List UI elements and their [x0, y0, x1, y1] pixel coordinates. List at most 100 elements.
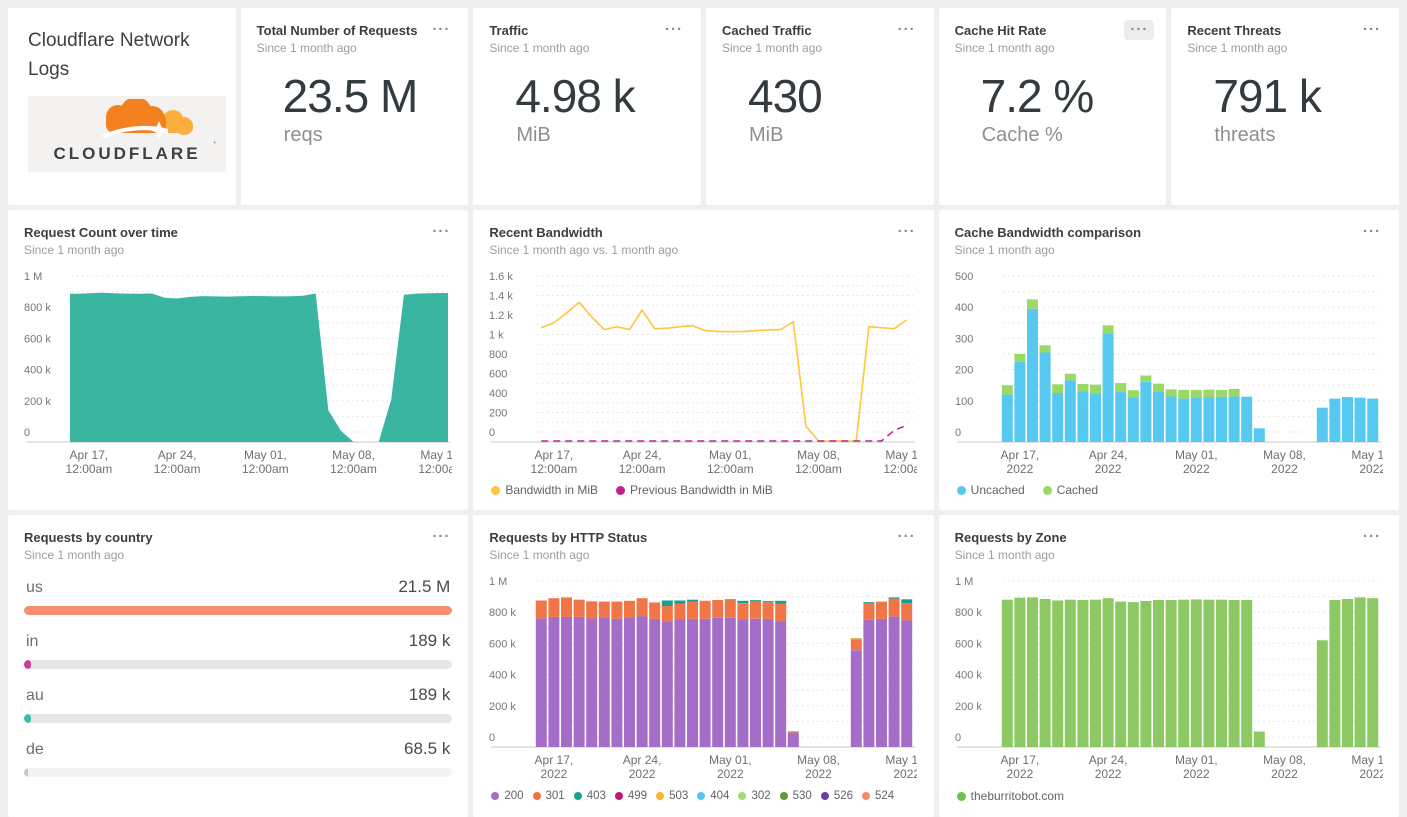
- cloudflare-logo-mark: ': [214, 140, 216, 150]
- country-value: 21.5 M: [398, 577, 451, 596]
- stat-unit: threats: [1214, 124, 1276, 146]
- svg-text:400 k: 400 k: [24, 365, 51, 377]
- panel-traffic: Traffic Since 1 month ago 4.98 k MiB: [473, 8, 701, 205]
- country-value: 189 k: [408, 631, 451, 650]
- panel-menu-icon[interactable]: [426, 527, 456, 547]
- panel-menu-icon[interactable]: [1357, 20, 1387, 40]
- svg-text:400 k: 400 k: [489, 670, 516, 682]
- svg-text:500: 500: [955, 271, 973, 283]
- legend-item[interactable]: 403: [573, 790, 606, 802]
- cloudflare-logo-text: CLOUDFLARE: [53, 144, 200, 163]
- panel-title: Recent Threats: [1187, 23, 1282, 38]
- panel-title: Requests by HTTP Status: [489, 530, 648, 545]
- legend-label: 302: [751, 790, 771, 802]
- svg-text:2022: 2022: [1006, 767, 1033, 781]
- legend-dot-icon: [862, 792, 871, 800]
- svg-text:2022: 2022: [629, 767, 656, 781]
- stat-unit: MiB: [516, 124, 551, 146]
- cloudflare-logo: CLOUDFLARE ': [28, 96, 226, 172]
- request-count-chart[interactable]: 0 200 k 400 k 600 k 800 k1 M Apr 17, 12:00am Ap…: [24, 270, 452, 478]
- bandwidth-chart[interactable]: 0 200 400 600 800 1 k 1.2 k 1.4 k 1.6 k Apr 17, 12…: [489, 270, 917, 478]
- legend-label: 524: [875, 790, 895, 802]
- panel-menu-icon[interactable]: [659, 20, 689, 40]
- http-status-chart[interactable]: 0 200 k 400 k 600 k 800 k1 M Apr 17, 2022 Apr 2…: [489, 575, 917, 783]
- legend-item[interactable]: theburritobot.com: [956, 789, 1065, 803]
- svg-text:1 M: 1 M: [24, 271, 42, 283]
- legend-label: 301: [545, 790, 565, 802]
- legend-item[interactable]: 301: [532, 790, 565, 802]
- legend-item[interactable]: Cached: [1042, 484, 1098, 496]
- panel-cache-hit-rate: Cache Hit Rate Since 1 month ago 7.2 % C…: [938, 8, 1167, 205]
- legend-dot-icon: [491, 792, 500, 800]
- country-code: au: [26, 687, 44, 704]
- legend-item[interactable]: 302: [738, 790, 771, 802]
- svg-text:600 k: 600 k: [24, 333, 51, 345]
- legend-label: Bandwidth in MiB: [505, 484, 599, 496]
- svg-text:Apr 24,: Apr 24,: [1088, 448, 1127, 462]
- country-row: in 189 k: [24, 631, 453, 669]
- panel-menu-icon[interactable]: [892, 20, 922, 40]
- cache-bandwidth-chart[interactable]: 0 100 200 300 400 500 Apr 17, 2022 Apr 24, 2022 Ma…: [955, 270, 1383, 478]
- country-bar-fill: [24, 768, 28, 777]
- panel-menu-icon[interactable]: [1357, 527, 1387, 547]
- stat-value: 791 k: [1213, 70, 1322, 122]
- svg-text:12:00am: 12:00am: [154, 462, 201, 476]
- svg-text:1 M: 1 M: [955, 576, 973, 588]
- legend-dot-icon: [573, 792, 582, 800]
- legend-dot-icon: [532, 792, 541, 800]
- svg-text:100: 100: [955, 396, 973, 408]
- legend-item[interactable]: 503: [656, 790, 688, 802]
- panel-total-requests: Total Number of Requests Since 1 month a…: [240, 8, 469, 205]
- legend-item[interactable]: Uncached: [956, 484, 1025, 496]
- zone-chart[interactable]: 0 200 k 400 k 600 k 800 k1 M Apr 17, 2022 Apr 2…: [955, 575, 1383, 783]
- legend-label: Uncached: [970, 484, 1025, 496]
- panel-subtitle: Since 1 month ago: [24, 548, 125, 562]
- legend-item[interactable]: 524: [862, 790, 894, 802]
- legend-item[interactable]: Previous Bandwidth in MiB: [616, 484, 773, 496]
- cloudflare-logo-image: CLOUDFLARE ': [53, 99, 216, 163]
- legend-dot-icon: [779, 792, 788, 800]
- panel-subtitle: Since 1 month ago: [1187, 41, 1288, 55]
- svg-text:400: 400: [489, 388, 507, 400]
- svg-text:2022: 2022: [1094, 767, 1121, 781]
- svg-text:May 08,: May 08,: [1263, 448, 1306, 462]
- panel-menu-icon[interactable]: [892, 527, 922, 547]
- panel-menu-icon[interactable]: [426, 222, 456, 242]
- legend-item[interactable]: Bandwidth in MiB: [491, 484, 598, 496]
- legend-item[interactable]: 499: [614, 790, 648, 802]
- svg-text:0: 0: [955, 427, 961, 439]
- country-code: de: [26, 741, 44, 758]
- svg-text:0: 0: [489, 732, 495, 744]
- svg-text:Apr 24,: Apr 24,: [1088, 753, 1127, 767]
- svg-text:0: 0: [955, 732, 961, 744]
- panel-menu-icon[interactable]: [892, 222, 922, 242]
- legend-label: Previous Bandwidth in MiB: [630, 484, 773, 496]
- panel-title: Cached Traffic: [722, 23, 812, 38]
- country-row: de 68.5 k: [24, 739, 453, 777]
- panel-menu-icon[interactable]: [426, 20, 456, 40]
- legend-item[interactable]: 526: [820, 790, 853, 802]
- panel-subtitle: Since 1 month ago: [954, 548, 1055, 562]
- bandwidth-legend: Bandwidth in MiB Previous Bandwidth in Mi…: [489, 484, 917, 496]
- legend-item[interactable]: 200: [491, 790, 524, 802]
- legend-label: 499: [627, 790, 648, 802]
- stat-value: 23.5 M: [282, 70, 419, 122]
- country-bar-track: [24, 606, 453, 615]
- country-code: us: [26, 579, 43, 596]
- svg-text:800 k: 800 k: [489, 607, 516, 619]
- svg-text:200: 200: [955, 365, 973, 377]
- svg-text:May 01,: May 01,: [1175, 753, 1218, 767]
- panel-menu-icon[interactable]: [1357, 222, 1387, 242]
- svg-text:Apr 24,: Apr 24,: [158, 448, 197, 462]
- svg-text:1 k: 1 k: [489, 330, 504, 342]
- svg-text:200 k: 200 k: [489, 701, 516, 713]
- svg-text:1.6 k: 1.6 k: [489, 271, 513, 283]
- legend-item[interactable]: 404: [697, 790, 729, 802]
- legend-label: theburritobot.com: [970, 789, 1065, 803]
- panel-menu-icon[interactable]: [1124, 20, 1155, 40]
- legend-item[interactable]: 530: [779, 790, 812, 802]
- svg-text:2022: 2022: [1359, 462, 1383, 476]
- dashboard-title: Cloudflare Network Logs: [28, 30, 190, 80]
- svg-text:12:00am: 12:00am: [619, 462, 666, 476]
- svg-text:600 k: 600 k: [489, 638, 516, 650]
